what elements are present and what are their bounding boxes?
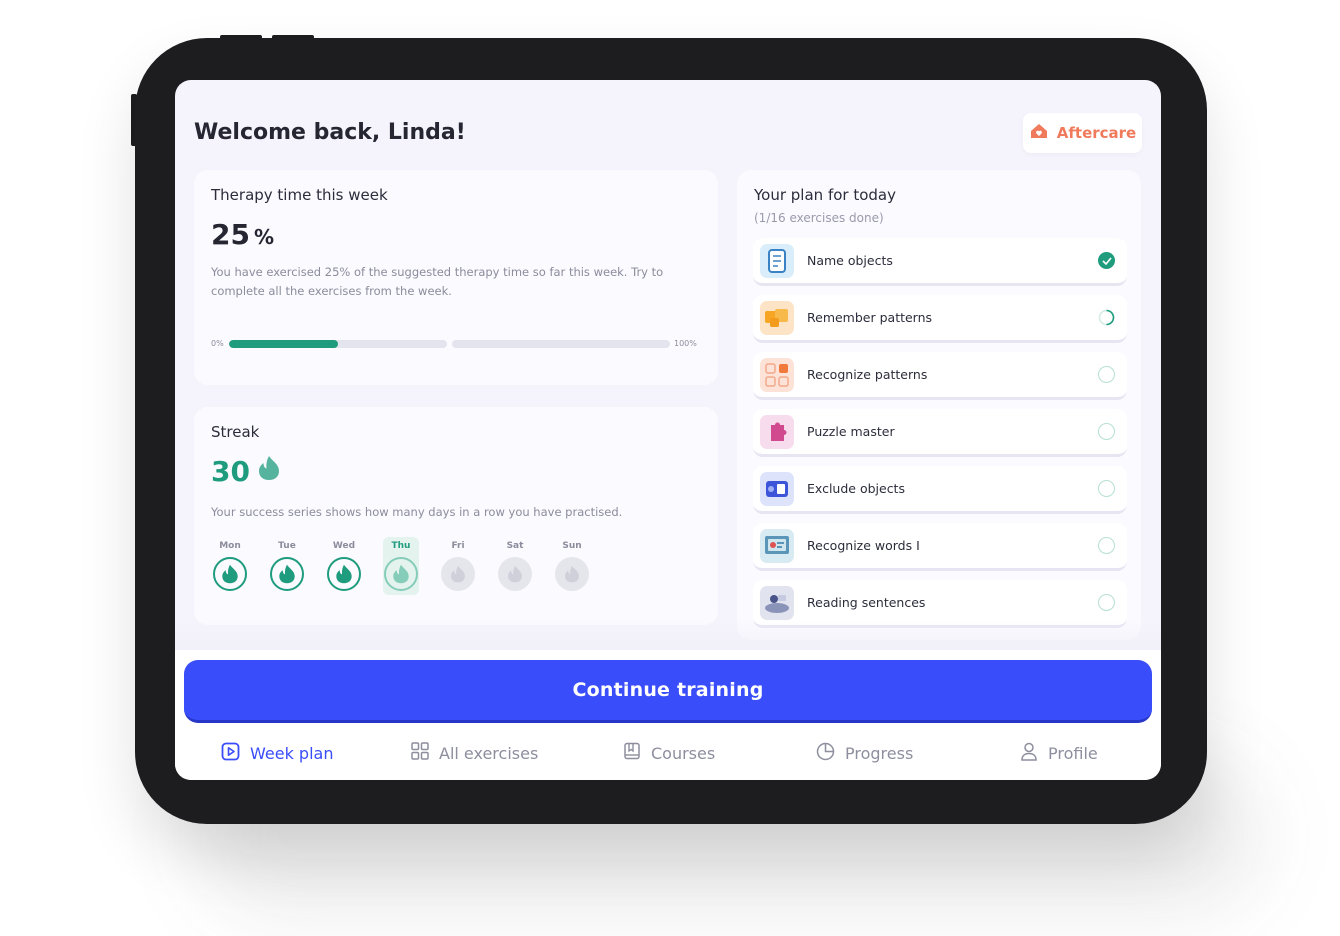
bottom-bar: Continue training Week plan All exercise… — [175, 650, 1161, 780]
streak-day: Fri — [440, 537, 476, 595]
nav-week-plan[interactable]: Week plan — [221, 742, 333, 765]
check-circle-icon — [1098, 252, 1115, 269]
streak-card: Streak 30 Your success series shows how … — [194, 407, 718, 625]
book-icon — [623, 742, 641, 764]
play-square-icon — [221, 742, 240, 765]
nav-courses[interactable]: Courses — [623, 742, 715, 764]
therapy-description: You have exercised 25% of the suggested … — [211, 265, 664, 298]
day-flame-indicator — [441, 557, 475, 591]
plan-title: Your plan for today — [754, 186, 896, 204]
day-flame-indicator — [270, 557, 304, 591]
day-flame-indicator — [555, 557, 589, 591]
name-objects-icon — [760, 243, 794, 278]
nav-profile[interactable]: Profile — [1020, 742, 1098, 765]
plan-progress-subtitle: (1/16 exercises done) — [754, 211, 884, 225]
flame-icon — [258, 455, 280, 488]
streak-title: Streak — [211, 423, 260, 441]
empty-status-circle — [1098, 366, 1115, 383]
recognize-words-icon — [760, 528, 794, 563]
empty-status-circle — [1098, 537, 1115, 554]
day-flame-indicator — [327, 557, 361, 591]
pie-chart-icon — [816, 742, 835, 765]
home-heart-icon — [1029, 122, 1049, 144]
daily-plan-card: Your plan for today (1/16 exercises done… — [737, 170, 1141, 640]
progress-bar-segment-2 — [452, 340, 670, 348]
exclude-objects-icon — [760, 471, 794, 506]
empty-status-circle — [1098, 594, 1115, 611]
aftercare-button[interactable]: Aftercare — [1023, 113, 1142, 153]
streak-day-today: Thu — [383, 537, 419, 595]
progress-bar-segment-1 — [229, 340, 447, 348]
recognize-patterns-icon — [760, 357, 794, 392]
streak-day: Tue — [269, 537, 305, 595]
exercise-item-puzzle-master[interactable]: Puzzle master — [753, 409, 1127, 457]
progress-bar-fill — [229, 340, 338, 348]
progress-min-label: 0% — [211, 339, 224, 348]
empty-status-circle — [1098, 423, 1115, 440]
remember-patterns-icon — [760, 300, 794, 335]
day-flame-indicator — [213, 557, 247, 591]
progress-max-label: 100% — [674, 339, 697, 348]
therapy-percent: 25% — [211, 218, 275, 251]
streak-count: 30 — [211, 455, 280, 488]
user-icon — [1020, 742, 1038, 765]
puzzle-master-icon — [760, 414, 794, 449]
in-progress-icon — [1098, 309, 1115, 326]
day-flame-indicator — [498, 557, 532, 591]
streak-day: Sat — [497, 537, 533, 595]
therapy-title: Therapy time this week — [211, 186, 388, 204]
grid-icon — [411, 742, 429, 764]
exercise-item-exclude-objects[interactable]: Exclude objects — [753, 466, 1127, 514]
streak-description: Your success series shows how many days … — [211, 505, 623, 519]
empty-status-circle — [1098, 480, 1115, 497]
app-screen: Welcome back, Linda! Aftercare Therapy t… — [175, 80, 1161, 780]
streak-day: Wed — [326, 537, 362, 595]
page-title: Welcome back, Linda! — [194, 120, 466, 145]
reading-sentences-icon — [760, 585, 794, 620]
exercise-item-remember-patterns[interactable]: Remember patterns — [753, 295, 1127, 343]
day-flame-indicator — [384, 557, 418, 591]
continue-training-button[interactable]: Continue training — [184, 660, 1152, 723]
nav-progress[interactable]: Progress — [816, 742, 913, 765]
streak-day: Sun — [554, 537, 590, 595]
streak-day: Mon — [212, 537, 248, 595]
aftercare-label: Aftercare — [1056, 124, 1137, 142]
exercise-item-recognize-patterns[interactable]: Recognize patterns — [753, 352, 1127, 400]
exercise-item-name-objects[interactable]: Name objects — [753, 238, 1127, 286]
nav-all-exercises[interactable]: All exercises — [411, 742, 538, 764]
therapy-time-card: Therapy time this week 25% You have exer… — [194, 170, 718, 385]
exercise-item-recognize-words[interactable]: Recognize words I — [753, 523, 1127, 571]
